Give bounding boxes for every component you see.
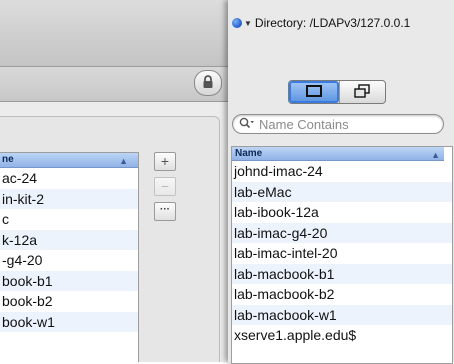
background-window: ne ▲ ac-24 in-kit-2 c k-12a -g4-20 book-… [0,0,228,362]
more-button[interactable]: ··· [154,202,176,221]
list-item[interactable]: lab-macbook-b2 [232,284,452,305]
add-button[interactable]: + [154,152,176,171]
list-item[interactable]: k-12a [0,229,138,250]
members-list[interactable]: ne ▲ ac-24 in-kit-2 c k-12a -g4-20 book-… [0,152,139,362]
list-item[interactable]: ac-24 [0,168,138,189]
window-titlebar [0,0,228,67]
list-item[interactable]: c [0,209,138,230]
search-icon[interactable] [239,117,255,132]
computer-list[interactable]: Name ▲ johnd-imac-24 lab-eMac lab-ibook-… [231,146,453,364]
list-item[interactable]: lab-ibook-12a [232,202,452,223]
list-item[interactable]: -g4-20 [0,250,138,271]
list-item[interactable]: xserve1.apple.edu$ [232,325,452,346]
directory-popup[interactable]: ▼ Directory: /LDAPv3/127.0.0.1 [228,12,454,34]
sort-ascending-icon: ▲ [431,150,440,160]
list-item[interactable]: book-b2 [0,291,138,312]
list-item[interactable]: lab-eMac [232,181,452,202]
globe-icon [232,18,242,28]
sort-ascending-icon: ▲ [119,156,128,166]
list-item[interactable]: book-w1 [0,311,138,332]
list-item[interactable]: johnd-imac-24 [232,161,452,182]
single-view-button[interactable] [289,81,339,103]
dual-view-button[interactable] [338,81,386,103]
directory-label: Directory: /LDAPv3/127.0.0.1 [254,16,411,30]
list-item[interactable]: in-kit-2 [0,188,138,209]
members-list-header[interactable]: ne ▲ [0,153,138,168]
computer-browser-drawer: ▼ Directory: /LDAPv3/127.0.0.1 Name Cont… [228,0,454,364]
search-placeholder: Name Contains [259,116,349,132]
list-edit-buttons: + − ··· [154,152,176,227]
lock-button[interactable] [194,70,222,96]
lock-icon [202,74,214,92]
chevron-down-icon: ▼ [244,18,252,28]
name-column-header[interactable]: Name ▲ [232,147,444,161]
list-item[interactable]: lab-macbook-w1 [232,304,452,325]
remove-button[interactable]: − [154,177,176,196]
search-field[interactable]: Name Contains [232,114,444,134]
dual-window-icon [354,83,370,101]
list-item[interactable]: lab-macbook-b1 [232,263,452,284]
single-window-icon [305,84,322,100]
view-toggle [288,80,386,104]
list-item[interactable]: lab-imac-intel-20 [232,243,452,264]
list-item[interactable]: book-b1 [0,270,138,291]
list-item[interactable]: lab-imac-g4-20 [232,222,452,243]
